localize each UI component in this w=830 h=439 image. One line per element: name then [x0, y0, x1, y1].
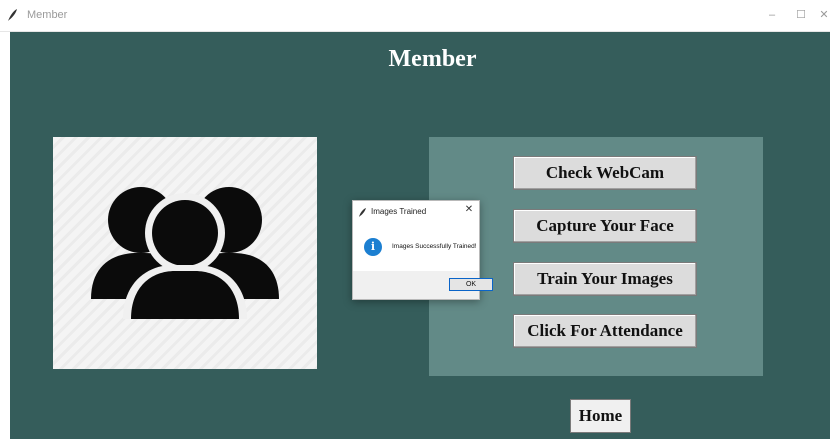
check-webcam-button[interactable]: Check WebCam — [513, 156, 697, 190]
minimize-button[interactable]: – — [760, 6, 784, 24]
train-images-button[interactable]: Train Your Images — [513, 262, 697, 296]
feather-icon — [359, 208, 366, 217]
dialog-footer: OK — [353, 271, 493, 299]
users-group-icon — [91, 187, 279, 319]
dialog-message: Images Successfully Trained! — [392, 243, 477, 250]
member-image-panel — [53, 137, 317, 369]
close-button[interactable]: ✕ — [818, 6, 830, 24]
page-title: Member — [388, 46, 477, 72]
capture-face-button[interactable]: Capture Your Face — [513, 209, 697, 243]
ok-button[interactable]: OK — [449, 278, 493, 291]
window-title: Member — [27, 9, 68, 21]
maximize-button[interactable]: ☐ — [789, 6, 813, 24]
images-trained-dialog: Images Trained ✕ i Images Successfully T… — [352, 200, 493, 300]
dialog-close-button[interactable]: ✕ — [461, 202, 477, 218]
info-icon: i — [364, 238, 382, 256]
attendance-button[interactable]: Click For Attendance — [513, 314, 697, 348]
home-button[interactable]: Home — [570, 399, 631, 433]
window-titlebar: Member – ☐ ✕ — [0, 0, 830, 32]
feather-icon — [8, 9, 17, 21]
dialog-title: Images Trained — [371, 207, 427, 216]
